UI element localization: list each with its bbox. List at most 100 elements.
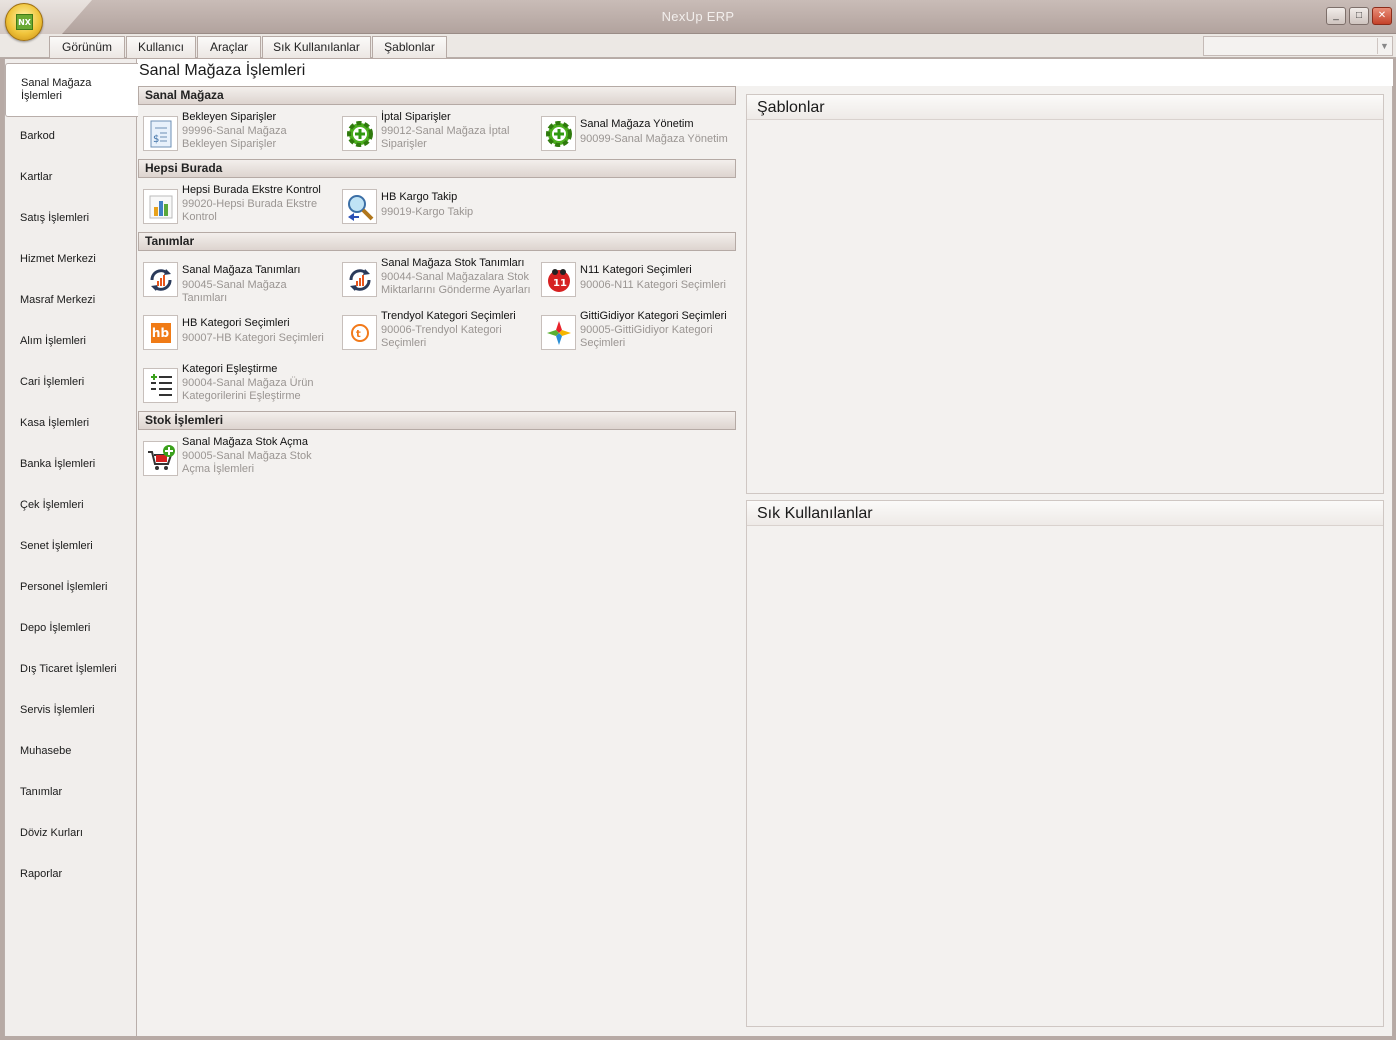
cart-add-icon: [143, 441, 178, 476]
tile-sanal-magaza-stok-tanimlari[interactable]: Sanal Mağaza Stok Tanımları 90044-Sanal …: [339, 257, 534, 303]
tab-araclar[interactable]: Araçlar: [197, 36, 261, 58]
hb-logo-icon: hb: [143, 315, 178, 350]
sidebar-item-label: Masraf Merkezi: [20, 293, 96, 306]
tile-subtitle: 99996-Sanal Mağaza Bekleyen Siparişler: [182, 125, 287, 150]
minimize-button[interactable]: _: [1326, 7, 1346, 25]
sync-chart-icon: [342, 262, 377, 297]
tile-subtitle: 90099-Sanal Mağaza Yönetim: [580, 133, 728, 145]
tile-subtitle: 90044-Sanal Mağazalara Stok Miktarlarını…: [381, 271, 531, 296]
tile-iptal-siparisler[interactable]: İptal Siparişler 99012-Sanal Mağaza İpta…: [339, 111, 534, 157]
sidebar-item-label: Servis İşlemleri: [20, 703, 95, 716]
tile-title: Bekleyen Siparişler: [182, 111, 277, 123]
tab-sik-kullanilanlar[interactable]: Sık Kullanılanlar: [262, 36, 371, 58]
tile-sanal-magaza-tanimlari[interactable]: Sanal Mağaza Tanımları 90045-Sanal Mağaz…: [140, 257, 335, 304]
sidebar-item-senet[interactable]: Senet İşlemleri: [5, 525, 137, 566]
sidebar-item-satis[interactable]: Satış İşlemleri: [5, 197, 137, 238]
sidebar-item-hizmet-merkezi[interactable]: Hizmet Merkezi: [5, 238, 137, 279]
trendyol-logo-icon: t: [342, 315, 377, 350]
bar-chart-icon: [143, 189, 178, 224]
sidebar-item-kartlar[interactable]: Kartlar: [5, 156, 137, 197]
tab-sablonlar[interactable]: Şablonlar: [372, 36, 447, 58]
sidebar-item-label: Kartlar: [20, 170, 53, 183]
sidebar-item-label: Cari İşlemleri: [20, 375, 85, 388]
main-area: Sanal Mağaza İşlemleri Sanal Mağaza $ Be…: [137, 59, 1393, 1036]
sidebar-item-label: Döviz Kurları: [20, 826, 83, 839]
tile-subtitle: 90045-Sanal Mağaza Tanımları: [182, 279, 287, 304]
tile-title: GittiGidiyor Kategori Seçimleri: [580, 310, 727, 322]
add-list-icon: [143, 368, 178, 403]
tile-title: Kategori Eşleştirme: [182, 363, 278, 375]
n11-logo-icon: 11: [541, 262, 576, 297]
green-gear-icon: [541, 116, 576, 151]
tile-n11-kategori[interactable]: 11 N11 Kategori Seçimleri 90006-N11 Kate…: [538, 257, 733, 303]
svg-text:11: 11: [553, 278, 567, 289]
tile-title: N11 Kategori Seçimleri: [580, 264, 692, 276]
tile-subtitle: 90006-N11 Kategori Seçimleri: [580, 279, 726, 291]
tile-kategori-eslestirme[interactable]: Kategori Eşleştirme 90004-Sanal Mağaza Ü…: [140, 363, 335, 409]
sidebar-item-banka[interactable]: Banka İşlemleri: [5, 443, 137, 484]
sidebar-item-label: Çek İşlemleri: [20, 498, 84, 511]
sidebar-item-kasa[interactable]: Kasa İşlemleri: [5, 402, 137, 443]
tile-hb-kargo-takip[interactable]: HB Kargo Takip 99019-Kargo Takip: [339, 184, 534, 230]
favorites-panel-title: Sık Kullanılanlar: [747, 501, 1383, 526]
ribbon-tabs: Görünüm Kullanıcı Araçlar Sık Kullanılan…: [0, 34, 1396, 58]
sidebar-item-sanal-magaza[interactable]: Sanal Mağaza İşlemleri: [5, 63, 138, 117]
sidebar-item-alim[interactable]: Alım İşlemleri: [5, 320, 137, 361]
tab-kullanici[interactable]: Kullanıcı: [126, 36, 196, 58]
sidebar-item-masraf-merkezi[interactable]: Masraf Merkezi: [5, 279, 137, 320]
sidebar-item-label: Kasa İşlemleri: [20, 416, 90, 429]
sidebar-item-muhasebe[interactable]: Muhasebe: [5, 730, 137, 771]
chevron-down-icon[interactable]: ▼: [1377, 38, 1391, 54]
tile-subtitle: 90006-Trendyol Kategori Seçimleri: [381, 324, 502, 349]
tile-title: Sanal Mağaza Tanımları: [182, 264, 301, 276]
sidebar-item-servis[interactable]: Servis İşlemleri: [5, 689, 137, 730]
tile-bekleyen-siparisler[interactable]: $ Bekleyen Siparişler 99996-Sanal Mağaza…: [140, 111, 335, 157]
tile-subtitle: 99012-Sanal Mağaza İptal Siparişler: [381, 125, 510, 150]
tile-hb-ekstre-kontrol[interactable]: Hepsi Burada Ekstre Kontrol 99020-Hepsi …: [140, 184, 335, 230]
tile-title: Sanal Mağaza Stok Açma: [182, 436, 308, 448]
sidebar-item-label: Satış İşlemleri: [20, 211, 90, 224]
title-strip: [137, 59, 1393, 86]
search-combo[interactable]: ▼: [1203, 36, 1393, 56]
green-gear-icon: [342, 116, 377, 151]
tile-title: HB Kategori Seçimleri: [182, 317, 290, 329]
group-header-tanimlar: Tanımlar: [138, 232, 736, 251]
templates-panel: Şablonlar: [746, 94, 1384, 494]
sidebar-item-depo[interactable]: Depo İşlemleri: [5, 607, 137, 648]
sync-chart-icon: [143, 262, 178, 297]
sidebar-item-dis-ticaret[interactable]: Dış Ticaret İşlemleri: [5, 648, 137, 689]
window-title: NexUp ERP: [661, 9, 735, 24]
sidebar-item-label: Senet İşlemleri: [20, 539, 93, 552]
sidebar-item-tanimlar[interactable]: Tanımlar: [5, 771, 137, 812]
sidebar-item-raporlar[interactable]: Raporlar: [5, 853, 137, 894]
sidebar-item-barkod[interactable]: Barkod: [5, 115, 137, 156]
tile-hb-kategori[interactable]: hb HB Kategori Seçimleri 90007-HB Katego…: [140, 310, 335, 356]
sidebar-item-doviz-kurlari[interactable]: Döviz Kurları: [5, 812, 137, 853]
window-controls: _ □ ✕: [1326, 7, 1392, 25]
magnifier-icon: [342, 189, 377, 224]
tile-title: İptal Siparişler: [381, 111, 451, 123]
sidebar-item-label: Depo İşlemleri: [20, 621, 91, 634]
sidebar-item-cari[interactable]: Cari İşlemleri: [5, 361, 137, 402]
sidebar-item-label: Muhasebe: [20, 744, 72, 757]
sidebar-item-label: Alım İşlemleri: [20, 334, 87, 347]
templates-panel-title: Şablonlar: [747, 95, 1383, 120]
sidebar-item-label: Raporlar: [20, 867, 63, 880]
favorites-panel: Sık Kullanılanlar: [746, 500, 1384, 1027]
tile-gittigidiyor-kategori[interactable]: GittiGidiyor Kategori Seçimleri 90005-Gi…: [538, 310, 733, 356]
sidebar-item-personel[interactable]: Personel İşlemleri: [5, 566, 137, 607]
tile-stok-acma[interactable]: Sanal Mağaza Stok Açma 90005-Sanal Mağaz…: [140, 436, 335, 482]
tile-title: HB Kargo Takip: [381, 191, 458, 203]
maximize-button[interactable]: □: [1349, 7, 1369, 25]
sidebar-item-cek[interactable]: Çek İşlemleri: [5, 484, 137, 525]
tile-sanal-magaza-yonetim[interactable]: Sanal Mağaza Yönetim 90099-Sanal Mağaza …: [538, 111, 733, 157]
close-button[interactable]: ✕: [1372, 7, 1392, 25]
sidebar: Sanal Mağaza İşlemleri Barkod Kartlar Sa…: [4, 59, 138, 1036]
group-header-hepsi-burada: Hepsi Burada: [138, 159, 736, 178]
app-menu-button[interactable]: NX: [5, 3, 43, 41]
app-logo: NX: [16, 14, 33, 30]
tab-gorunum[interactable]: Görünüm: [49, 36, 125, 58]
tile-trendyol-kategori[interactable]: t Trendyol Kategori Seçimleri 90006-Tren…: [339, 310, 534, 356]
sidebar-item-label: Banka İşlemleri: [20, 457, 96, 470]
sidebar-item-label: Dış Ticaret İşlemleri: [20, 662, 117, 675]
